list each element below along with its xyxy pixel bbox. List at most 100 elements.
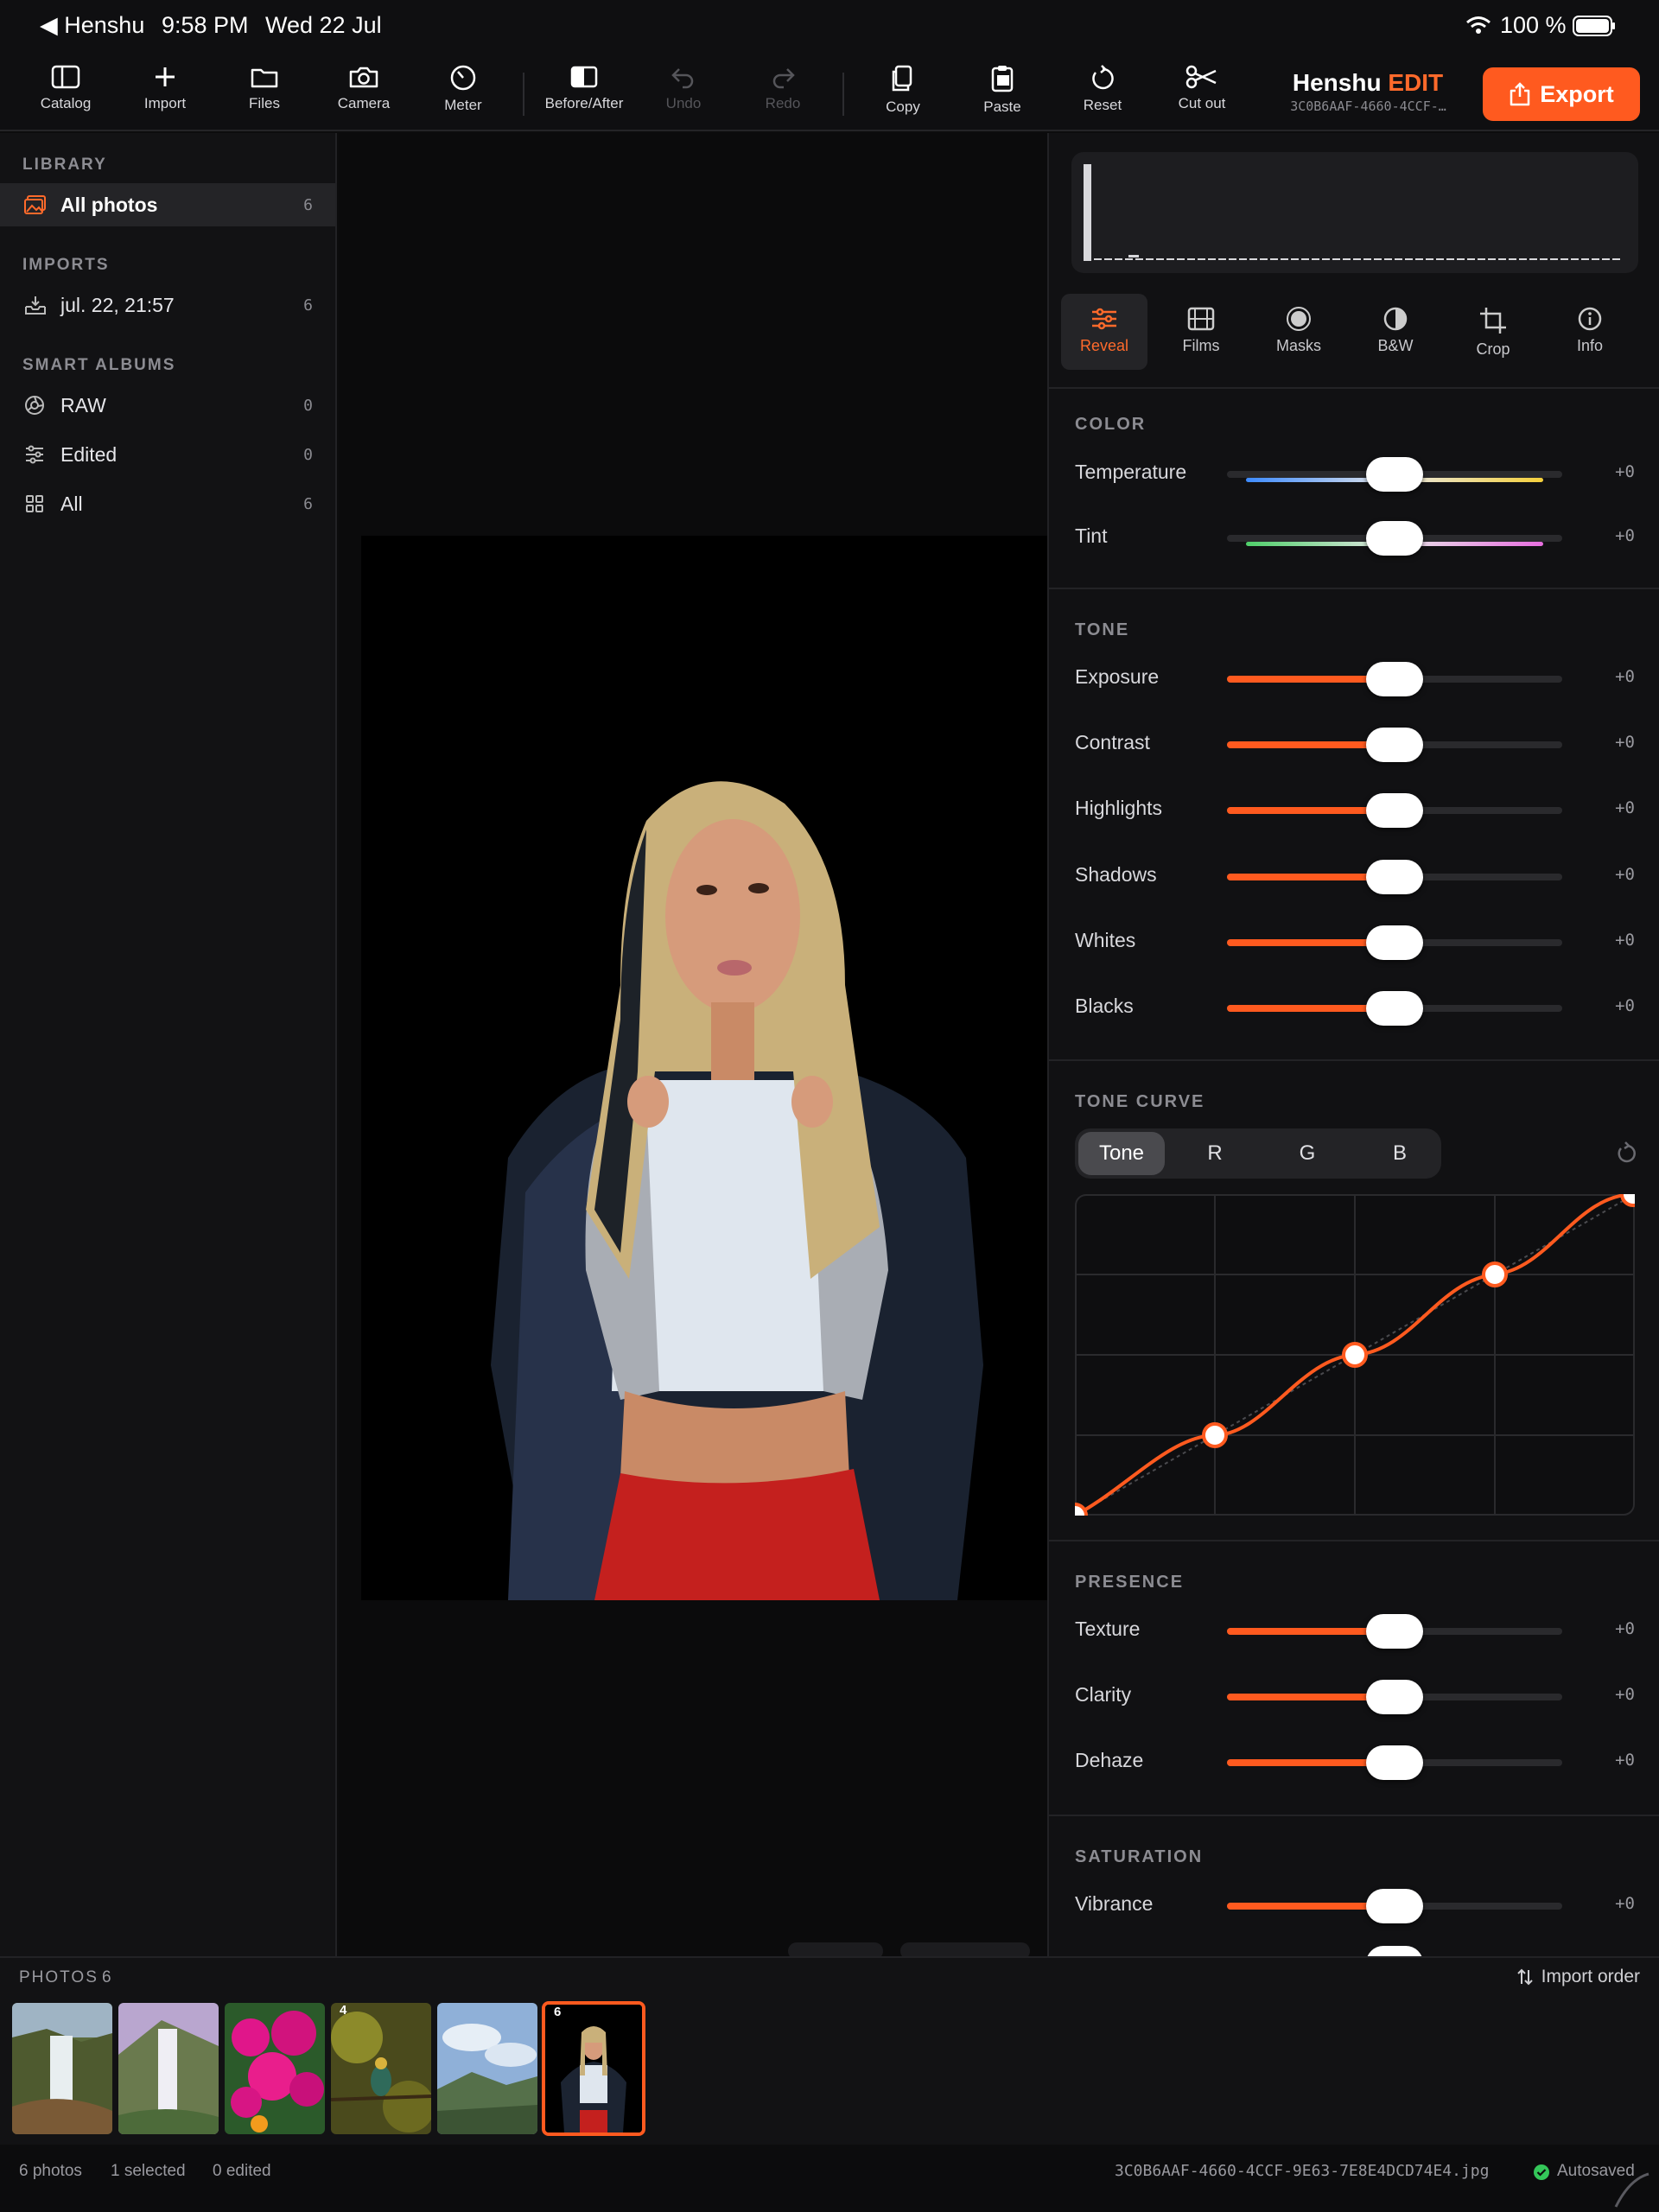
sidebar-item-all-photos[interactable]: All photos 6 bbox=[0, 183, 335, 226]
library-header: LIBRARY bbox=[22, 156, 107, 174]
whites-slider-row: Whites +0 bbox=[1049, 915, 1659, 967]
blacks-slider-knob[interactable] bbox=[1366, 991, 1423, 1026]
undo-icon bbox=[671, 68, 694, 89]
wifi-icon bbox=[1466, 16, 1491, 34]
curve-reset-icon[interactable] bbox=[1614, 1141, 1638, 1165]
sidebar-item-edited[interactable]: Edited 0 bbox=[0, 433, 335, 476]
saturation-slider-knob[interactable] bbox=[1366, 1946, 1423, 1956]
tab-crop[interactable]: Crop bbox=[1450, 294, 1536, 370]
vibrance-slider-row: Vibrance +0 bbox=[1049, 1878, 1659, 1930]
resize-handle-icon[interactable] bbox=[1612, 2171, 1650, 2209]
thumbnail-portrait-selected[interactable]: 6 bbox=[542, 2001, 645, 2136]
reset-button[interactable]: Reset bbox=[1059, 64, 1146, 124]
sliders-icon bbox=[1092, 308, 1116, 330]
photo-canvas[interactable] bbox=[339, 133, 1047, 1960]
export-button[interactable]: Export bbox=[1483, 67, 1640, 121]
histogram-graph bbox=[1084, 164, 1623, 261]
texture-slider-knob[interactable] bbox=[1366, 1614, 1423, 1649]
shadows-slider-knob[interactable] bbox=[1366, 860, 1423, 894]
import-button[interactable]: Import bbox=[122, 64, 208, 124]
curve-channel-tone[interactable]: Tone bbox=[1078, 1132, 1165, 1175]
scissors-icon bbox=[1185, 65, 1217, 89]
thumbnail-bird[interactable]: 4 bbox=[331, 2003, 431, 2134]
dehaze-slider-knob[interactable] bbox=[1366, 1745, 1423, 1780]
clarity-slider-row: Clarity +0 bbox=[1049, 1669, 1659, 1721]
curve-point[interactable] bbox=[1342, 1342, 1368, 1368]
section-divider bbox=[1049, 1815, 1659, 1816]
temperature-slider-knob[interactable] bbox=[1366, 457, 1423, 492]
tone-section-header: TONE bbox=[1075, 620, 1130, 639]
film-icon bbox=[1187, 307, 1215, 331]
tab-reveal[interactable]: Reveal bbox=[1061, 294, 1147, 370]
contrast-icon bbox=[1383, 307, 1408, 331]
paste-button[interactable]: Paste bbox=[959, 64, 1046, 124]
shadows-slider-row: Shadows +0 bbox=[1049, 849, 1659, 901]
section-divider bbox=[1049, 588, 1659, 589]
files-button[interactable]: Files bbox=[221, 64, 308, 124]
copy-icon bbox=[892, 65, 912, 92]
split-view-icon bbox=[570, 66, 598, 88]
meter-button[interactable]: Meter bbox=[420, 64, 506, 124]
tint-slider-knob[interactable] bbox=[1366, 521, 1423, 556]
vibrance-slider-knob[interactable] bbox=[1366, 1889, 1423, 1923]
tab-masks[interactable]: Masks bbox=[1255, 294, 1342, 370]
sidebar-item-import-date[interactable]: jul. 22, 21:57 6 bbox=[0, 283, 335, 327]
curve-point[interactable] bbox=[1482, 1262, 1508, 1287]
tone-curve-graph[interactable] bbox=[1075, 1194, 1635, 1516]
mask-icon bbox=[1287, 307, 1311, 331]
filmstrip-title: PHOTOS bbox=[19, 1968, 99, 1986]
exposure-slider-row: Exposure +0 bbox=[1049, 652, 1659, 703]
exposure-slider-knob[interactable] bbox=[1366, 662, 1423, 696]
sidebar-item-all[interactable]: All 6 bbox=[0, 482, 335, 525]
battery-percent: 100 % bbox=[1500, 12, 1567, 38]
gauge-icon bbox=[450, 65, 476, 91]
info-icon bbox=[1578, 307, 1602, 331]
back-to-app[interactable]: ◀ Henshu bbox=[40, 12, 144, 39]
tab-films[interactable]: Films bbox=[1158, 294, 1244, 370]
plus-icon bbox=[156, 67, 175, 86]
copy-button[interactable]: Copy bbox=[860, 64, 946, 124]
curve-channel-r[interactable]: R bbox=[1172, 1132, 1258, 1175]
sort-arrows-icon bbox=[1516, 1968, 1533, 1986]
cut-out-button[interactable]: Cut out bbox=[1159, 64, 1245, 124]
photos-icon bbox=[24, 195, 46, 214]
thumbnail-waterfall[interactable] bbox=[12, 2003, 112, 2134]
contrast-slider-row: Contrast +0 bbox=[1049, 717, 1659, 769]
sort-order-button[interactable]: Import order bbox=[1516, 1967, 1640, 1987]
curve-channel-b[interactable]: B bbox=[1357, 1132, 1443, 1175]
curve-point[interactable] bbox=[1202, 1422, 1228, 1448]
thumbnail-flowers[interactable] bbox=[225, 2003, 325, 2134]
catalog-button[interactable]: Catalog bbox=[22, 64, 109, 124]
highlights-slider-knob[interactable] bbox=[1366, 793, 1423, 828]
redo-button[interactable]: Redo bbox=[740, 64, 826, 124]
current-file-id: 3C0B6AAF-4660-4CCF-… bbox=[1290, 99, 1446, 114]
grid-icon bbox=[26, 495, 43, 512]
histogram bbox=[1071, 152, 1638, 273]
sidebar-item-raw[interactable]: RAW 0 bbox=[0, 384, 335, 427]
undo-button[interactable]: Undo bbox=[640, 64, 727, 124]
clarity-slider-knob[interactable] bbox=[1366, 1680, 1423, 1714]
contrast-slider-knob[interactable] bbox=[1366, 728, 1423, 762]
thumbnail-valley[interactable] bbox=[437, 2003, 537, 2134]
bird-thumbnail-image bbox=[331, 2003, 431, 2134]
curve-channel-g[interactable]: G bbox=[1264, 1132, 1351, 1175]
checkmark-circle-icon bbox=[1534, 2164, 1549, 2180]
camera-button[interactable]: Camera bbox=[321, 64, 407, 124]
photo-count: 6 photos bbox=[19, 2162, 82, 2180]
selected-count: 1 selected bbox=[111, 2162, 186, 2180]
thumbnail-badge: 4 bbox=[340, 2003, 347, 2018]
thumbnail-badge: 6 bbox=[554, 2005, 562, 2019]
sliders-icon bbox=[26, 445, 43, 464]
section-divider bbox=[1049, 1540, 1659, 1541]
tab-bw[interactable]: B&W bbox=[1352, 294, 1439, 370]
whites-slider-knob[interactable] bbox=[1366, 925, 1423, 960]
filmstrip: PHOTOS 6 Import order 4 6 bbox=[0, 1956, 1659, 2145]
thumbnail-misty-waterfall[interactable] bbox=[118, 2003, 219, 2134]
tint-slider-row: Tint +0 bbox=[1049, 511, 1659, 563]
tone-curve-section-header: TONE CURVE bbox=[1075, 1092, 1205, 1111]
main-photo[interactable] bbox=[361, 536, 1047, 1600]
tab-info[interactable]: Info bbox=[1547, 294, 1633, 370]
edited-count: 0 edited bbox=[213, 2162, 271, 2180]
before-after-button[interactable]: Before/After bbox=[541, 64, 627, 124]
section-divider bbox=[1049, 387, 1659, 389]
